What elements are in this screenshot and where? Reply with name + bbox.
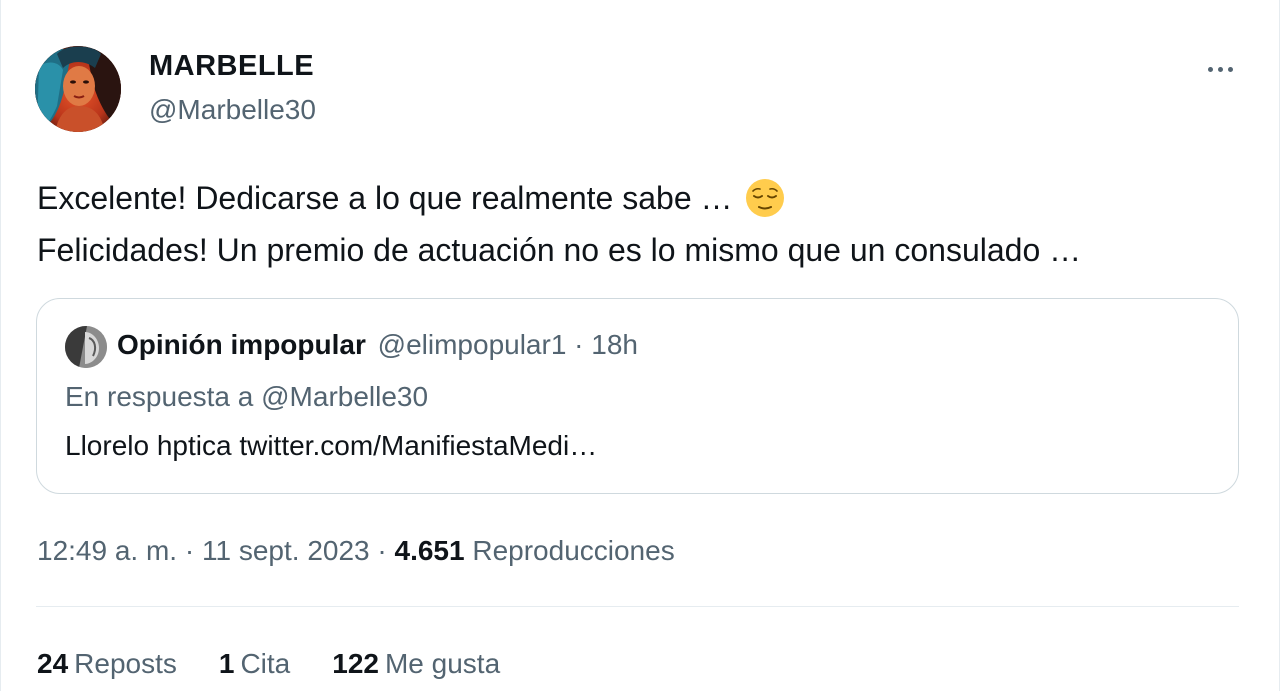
reposts-stat[interactable]: 24 Reposts xyxy=(37,648,177,680)
views-label: Reproducciones xyxy=(472,535,675,566)
quoted-author-handle-time: @elimpopular1 · 18h xyxy=(377,329,638,360)
more-horizontal-icon xyxy=(1205,66,1235,72)
tweet-text-line-1: Excelente! Dedicarse a lo que realmente … xyxy=(37,172,1081,224)
tweet-date[interactable]: 11 sept. 2023 xyxy=(202,535,370,566)
tweet-time[interactable]: 12:49 a. m. xyxy=(37,535,177,566)
tweet-meta: 12:49 a. m. · 11 sept. 2023 · 4.651 Repr… xyxy=(37,535,675,567)
tweet-text-line-2: Felicidades! Un premio de actuación no e… xyxy=(37,232,1082,268)
likes-count: 122 xyxy=(332,648,379,679)
quotes-stat[interactable]: 1 Cita xyxy=(219,648,290,680)
quoted-author-avatar[interactable] xyxy=(65,326,107,368)
meta-separator: · xyxy=(177,535,202,566)
reposts-count: 24 xyxy=(37,648,69,679)
relieved-face-emoji-icon xyxy=(745,178,785,218)
likes-label: Me gusta xyxy=(384,648,501,679)
tweet-text-line-1-content: Excelente! Dedicarse a lo que realmente … xyxy=(37,180,733,216)
views-count: 4.651 xyxy=(394,535,465,566)
divider xyxy=(36,606,1239,607)
meta-separator: · xyxy=(369,535,395,566)
tweet-detail: MARBELLE @Marbelle30 Excelente! Dedicars… xyxy=(0,0,1280,691)
quoted-tweet-card[interactable]: Opinión impopular @elimpopular1 · 18h En… xyxy=(36,298,1239,494)
author-handle[interactable]: @Marbelle30 xyxy=(149,94,316,126)
quoted-tweet-text: Llorelo hptica twitter.com/ManifiestaMed… xyxy=(65,430,598,461)
author-name[interactable]: MARBELLE xyxy=(149,50,314,83)
more-options-button[interactable] xyxy=(1197,52,1243,86)
engagement-stats: 24 Reposts 1 Cita 122 Me gusta xyxy=(37,648,542,680)
quoted-reply-context: En respuesta a @Marbelle30 xyxy=(65,381,429,412)
quotes-label: Cita xyxy=(240,648,291,679)
reposts-label: Reposts xyxy=(74,648,177,679)
quotes-count: 1 xyxy=(218,648,235,679)
likes-stat[interactable]: 122 Me gusta xyxy=(332,648,500,680)
quoted-tweet-header: Opinión impopular @elimpopular1 · 18h xyxy=(117,329,638,361)
quoted-author-name[interactable]: Opinión impopular xyxy=(117,329,366,360)
author-avatar[interactable] xyxy=(35,46,121,132)
tweet-text: Excelente! Dedicarse a lo que realmente … xyxy=(37,172,1081,276)
